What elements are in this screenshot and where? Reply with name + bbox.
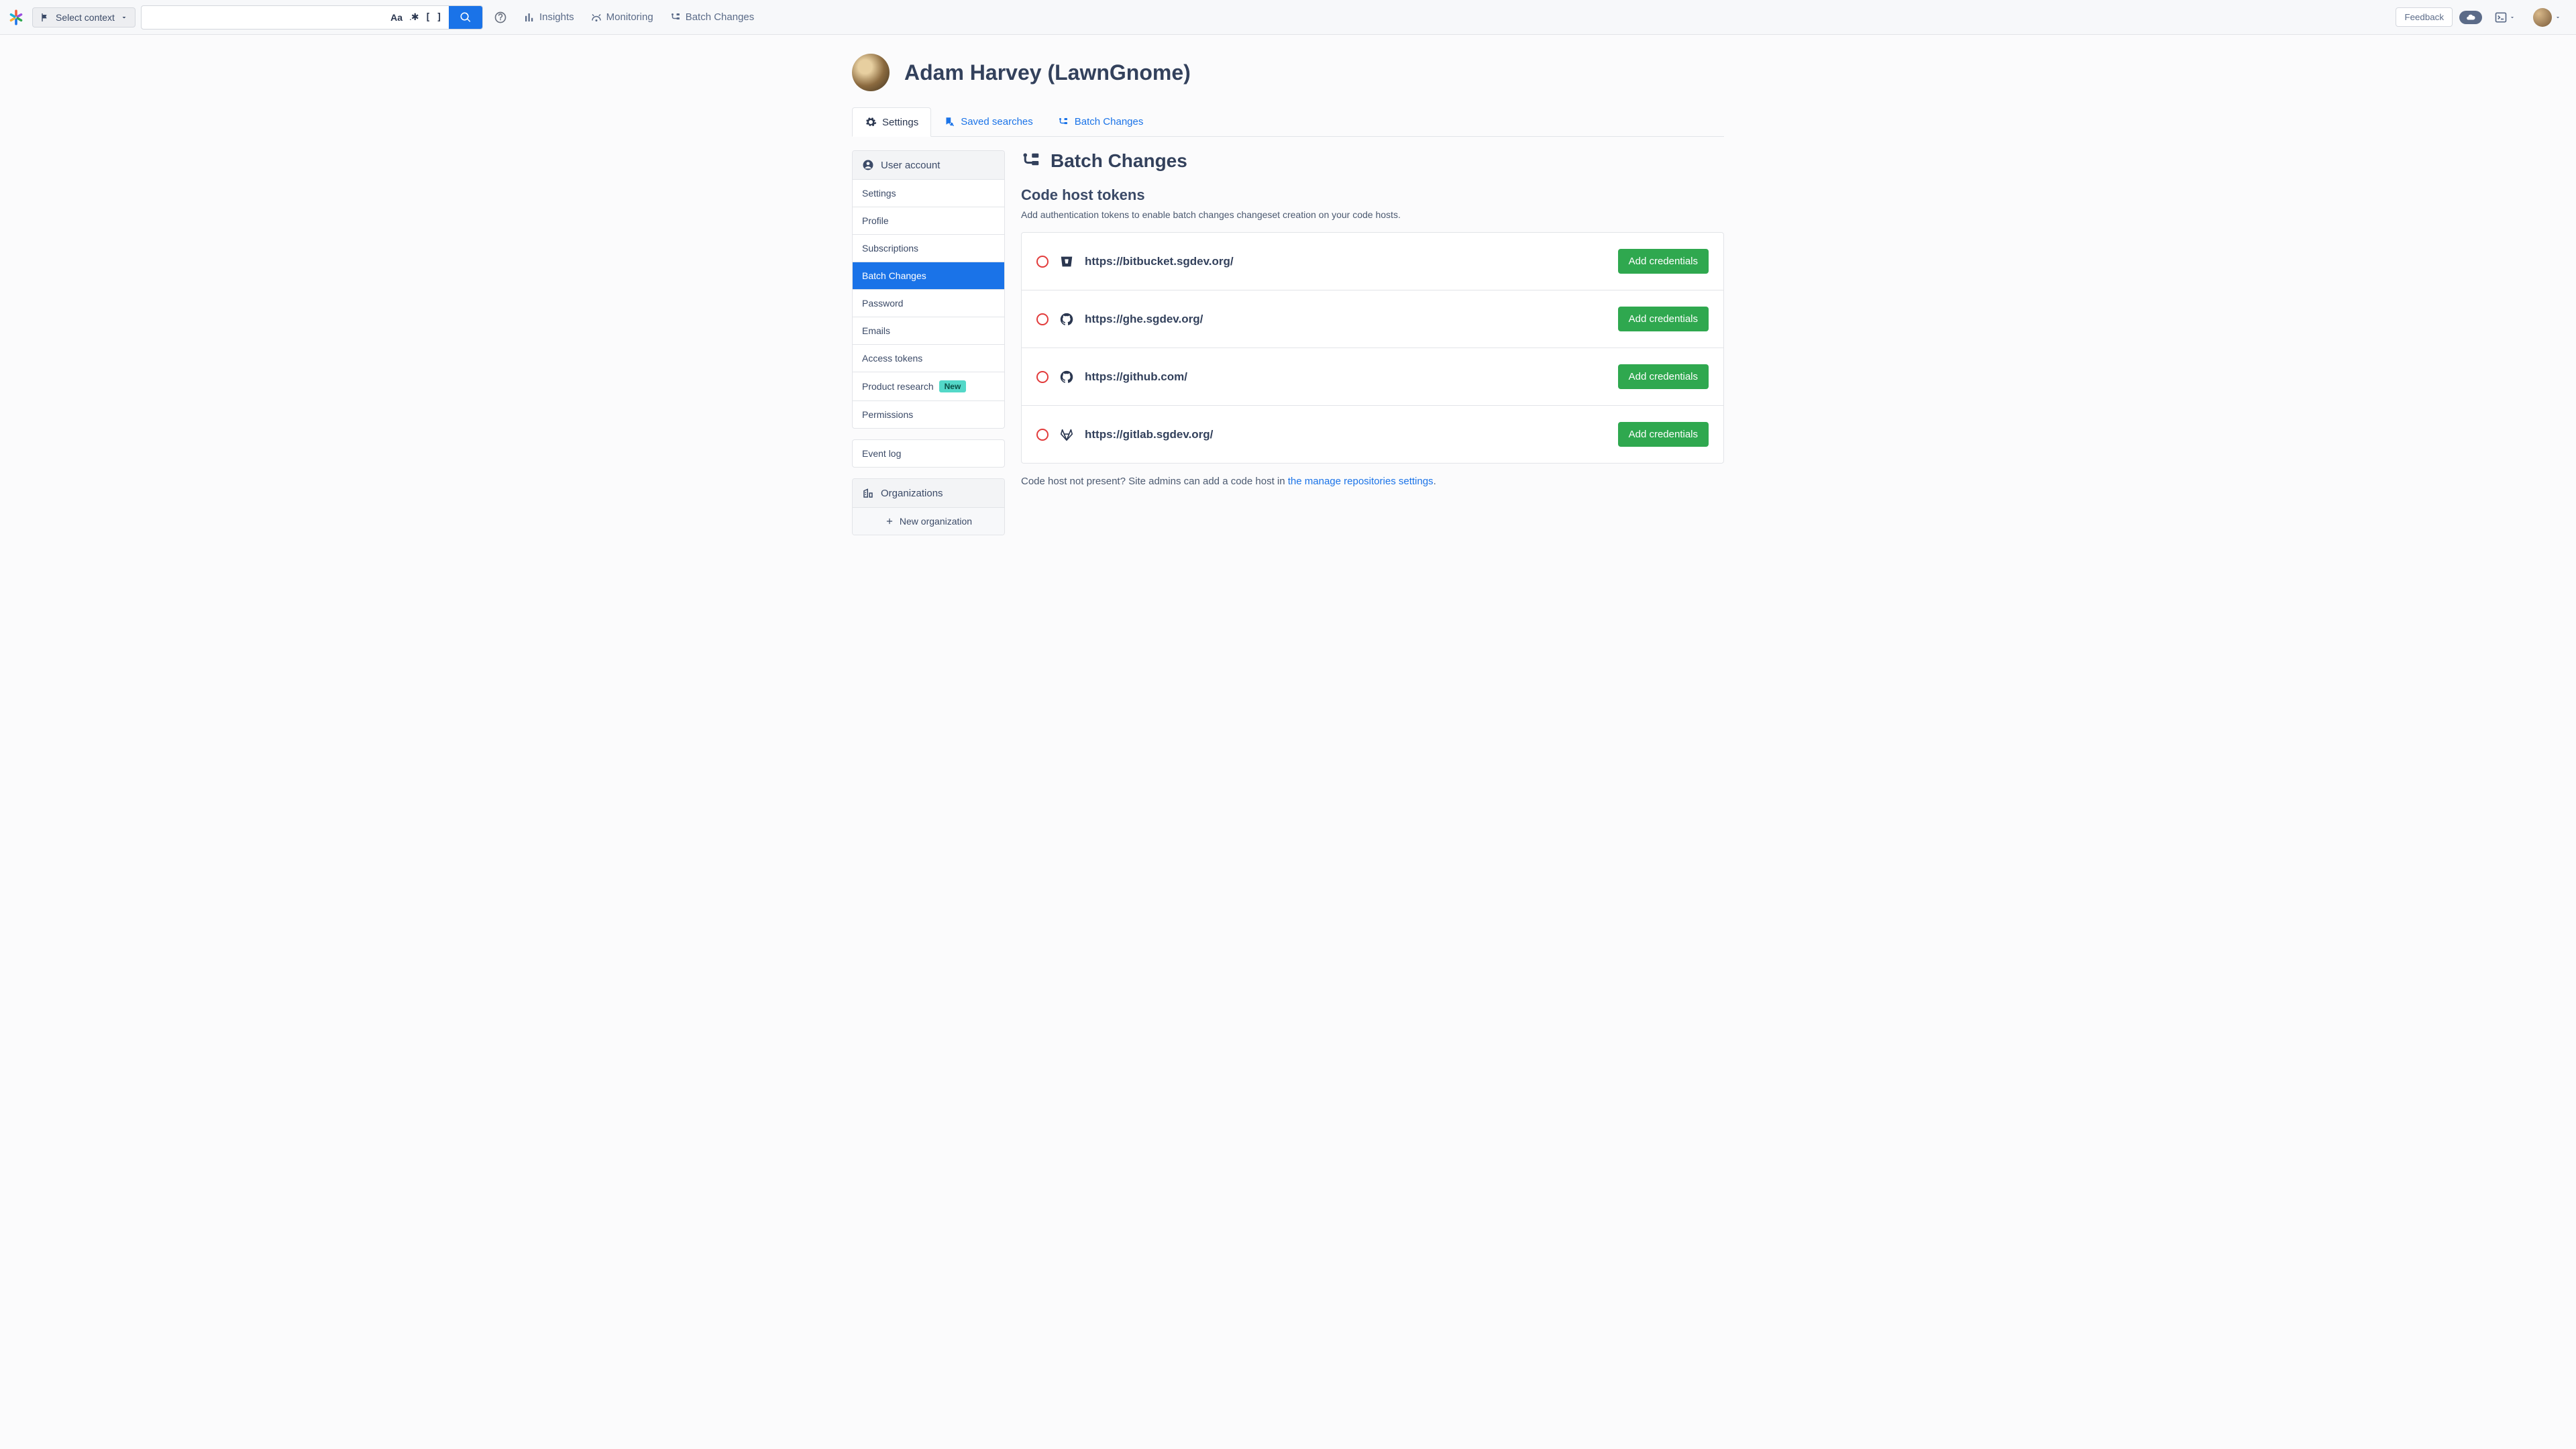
extensions-status[interactable] <box>2459 11 2482 24</box>
nav-monitoring[interactable]: Monitoring <box>585 7 659 28</box>
content-title: Batch Changes <box>1021 150 1724 172</box>
feedback-button[interactable]: Feedback <box>2396 7 2453 27</box>
nav-batch-changes[interactable]: Batch Changes <box>664 7 760 28</box>
sidebar-item-permissions[interactable]: Permissions <box>853 400 1004 428</box>
github-icon <box>1059 312 1074 327</box>
sidebar-item-product-research[interactable]: Product research New <box>853 372 1004 400</box>
account-icon <box>862 159 874 171</box>
status-missing-icon <box>1036 256 1049 268</box>
user-header: Adam Harvey (LawnGnome) <box>852 54 1724 91</box>
status-missing-icon <box>1036 371 1049 383</box>
sidebar-item-access-tokens[interactable]: Access tokens <box>853 344 1004 372</box>
regex-toggle-icon[interactable]: .✱ <box>409 11 419 23</box>
sidebar-group-account: User account Settings Profile Subscripti… <box>852 150 1005 429</box>
plus-icon <box>885 517 894 526</box>
content: Batch Changes Code host tokens Add authe… <box>1021 150 1724 546</box>
manage-repos-link[interactable]: the manage repositories settings <box>1288 476 1434 487</box>
add-credentials-button[interactable]: Add credentials <box>1618 422 1709 447</box>
help-icon <box>494 11 507 24</box>
batch-changes-icon <box>1021 151 1041 171</box>
code-host-row: https://ghe.sgdev.org/Add credentials <box>1022 290 1723 347</box>
batch-changes-icon <box>669 11 682 23</box>
profile-tabs: Settings Saved searches Batch Changes <box>852 107 1724 137</box>
tab-saved-searches[interactable]: Saved searches <box>931 107 1045 136</box>
avatar-icon <box>2533 8 2552 27</box>
page-title: Adam Harvey (LawnGnome) <box>904 60 1191 85</box>
sidebar-head-user-account: User account <box>853 151 1004 179</box>
help-button[interactable] <box>488 5 513 30</box>
tab-settings[interactable]: Settings <box>852 107 931 137</box>
sidebar-item-password[interactable]: Password <box>853 289 1004 317</box>
sidebar-item-batch-changes[interactable]: Batch Changes <box>853 262 1004 289</box>
add-credentials-button[interactable]: Add credentials <box>1618 364 1709 389</box>
chevron-down-icon <box>2509 14 2516 21</box>
add-credentials-button[interactable]: Add credentials <box>1618 307 1709 331</box>
case-toggle-icon[interactable]: Aa <box>390 12 402 23</box>
chevron-down-icon <box>120 13 128 21</box>
context-select[interactable]: Select context <box>32 7 136 28</box>
sidebar-item-emails[interactable]: Emails <box>853 317 1004 344</box>
sidebar-group-organizations: Organizations New organization <box>852 478 1005 535</box>
new-badge: New <box>939 380 967 392</box>
sidebar: User account Settings Profile Subscripti… <box>852 150 1005 546</box>
chevron-down-icon <box>2555 14 2561 21</box>
tab-batch-changes[interactable]: Batch Changes <box>1045 107 1156 136</box>
search-input[interactable] <box>142 12 384 23</box>
sidebar-group-event-log: Event log <box>852 439 1005 468</box>
flag-icon <box>40 12 50 23</box>
insights-icon <box>523 11 535 23</box>
avatar-large <box>852 54 890 91</box>
sidebar-item-subscriptions[interactable]: Subscriptions <box>853 234 1004 262</box>
code-host-row: https://gitlab.sgdev.org/Add credentials <box>1022 405 1723 463</box>
logo-icon[interactable] <box>5 7 27 28</box>
sidebar-item-event-log[interactable]: Event log <box>853 440 1004 467</box>
structural-toggle-icon[interactable]: [ ] <box>425 12 442 23</box>
sidebar-head-organizations: Organizations <box>853 479 1004 507</box>
section-description: Add authentication tokens to enable batc… <box>1021 209 1724 220</box>
search-bar: Aa .✱ [ ] <box>141 5 483 30</box>
batch-changes-icon <box>1057 116 1069 128</box>
building-icon <box>862 487 874 499</box>
code-host-url: https://bitbucket.sgdev.org/ <box>1085 255 1607 268</box>
console-menu[interactable] <box>2489 7 2521 28</box>
code-host-row: https://bitbucket.sgdev.org/Add credenti… <box>1022 233 1723 290</box>
code-host-url: https://gitlab.sgdev.org/ <box>1085 428 1607 441</box>
code-host-url: https://github.com/ <box>1085 370 1607 384</box>
footnote: Code host not present? Site admins can a… <box>1021 476 1724 487</box>
bitbucket-icon <box>1059 254 1074 269</box>
section-title: Code host tokens <box>1021 186 1724 204</box>
monitoring-icon <box>590 11 602 23</box>
sidebar-item-profile[interactable]: Profile <box>853 207 1004 234</box>
search-icon <box>460 11 472 23</box>
sidebar-item-settings[interactable]: Settings <box>853 179 1004 207</box>
nav-insights[interactable]: Insights <box>518 7 580 28</box>
user-menu[interactable] <box>2528 4 2567 31</box>
code-host-url: https://ghe.sgdev.org/ <box>1085 313 1607 326</box>
status-missing-icon <box>1036 429 1049 441</box>
top-nav: Select context Aa .✱ [ ] Insights Monito… <box>0 0 2576 35</box>
add-credentials-button[interactable]: Add credentials <box>1618 249 1709 274</box>
code-hosts-list: https://bitbucket.sgdev.org/Add credenti… <box>1021 232 1724 464</box>
cloud-check-icon <box>2465 13 2477 22</box>
gear-icon <box>865 116 877 128</box>
context-label: Select context <box>56 12 115 23</box>
code-host-row: https://github.com/Add credentials <box>1022 347 1723 405</box>
sidebar-item-new-organization[interactable]: New organization <box>853 507 1004 535</box>
status-missing-icon <box>1036 313 1049 325</box>
github-icon <box>1059 370 1074 384</box>
console-icon <box>2494 11 2508 24</box>
search-button[interactable] <box>449 5 482 30</box>
gitlab-icon <box>1059 427 1074 442</box>
bookmark-search-icon <box>943 116 955 128</box>
